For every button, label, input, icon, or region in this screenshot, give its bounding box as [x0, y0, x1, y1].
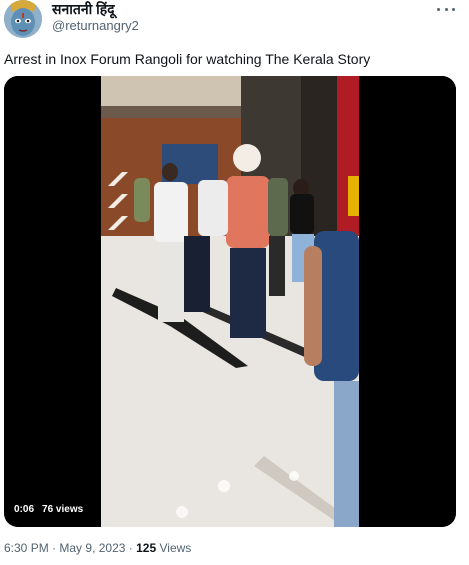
tweet-meta: 6:30 PM · May 9, 2023 · 125 Views [4, 540, 191, 556]
video-frame [4, 76, 456, 527]
video-views: 76 views [42, 504, 84, 515]
author-display-name[interactable]: सनातनी हिंदू [52, 0, 115, 18]
meta-separator: · [128, 541, 133, 555]
author-handle[interactable]: @returnangry2 [52, 18, 139, 34]
video-overlay: 0:06 76 views [14, 503, 83, 517]
video-duration: 0:06 [14, 504, 35, 515]
views-count: 125 [136, 541, 157, 555]
views-label: Views [159, 541, 192, 555]
tweet-text: Arrest in Inox Forum Rangoli for watchin… [4, 51, 371, 67]
more-options-icon[interactable] [437, 2, 455, 16]
deity-avatar-icon [4, 0, 42, 38]
more-dot [452, 7, 455, 11]
tweet-card: सनातनी हिंदू @returnangry2 Arrest in Ino… [0, 0, 469, 565]
more-dot [444, 7, 448, 11]
more-dot [437, 7, 440, 11]
meta-separator: · [52, 541, 57, 555]
tweet-date[interactable]: May 9, 2023 [59, 541, 125, 555]
video-player[interactable]: 0:06 76 views [4, 76, 456, 527]
tweet-time[interactable]: 6:30 PM [4, 541, 49, 555]
author-avatar[interactable] [4, 0, 42, 38]
